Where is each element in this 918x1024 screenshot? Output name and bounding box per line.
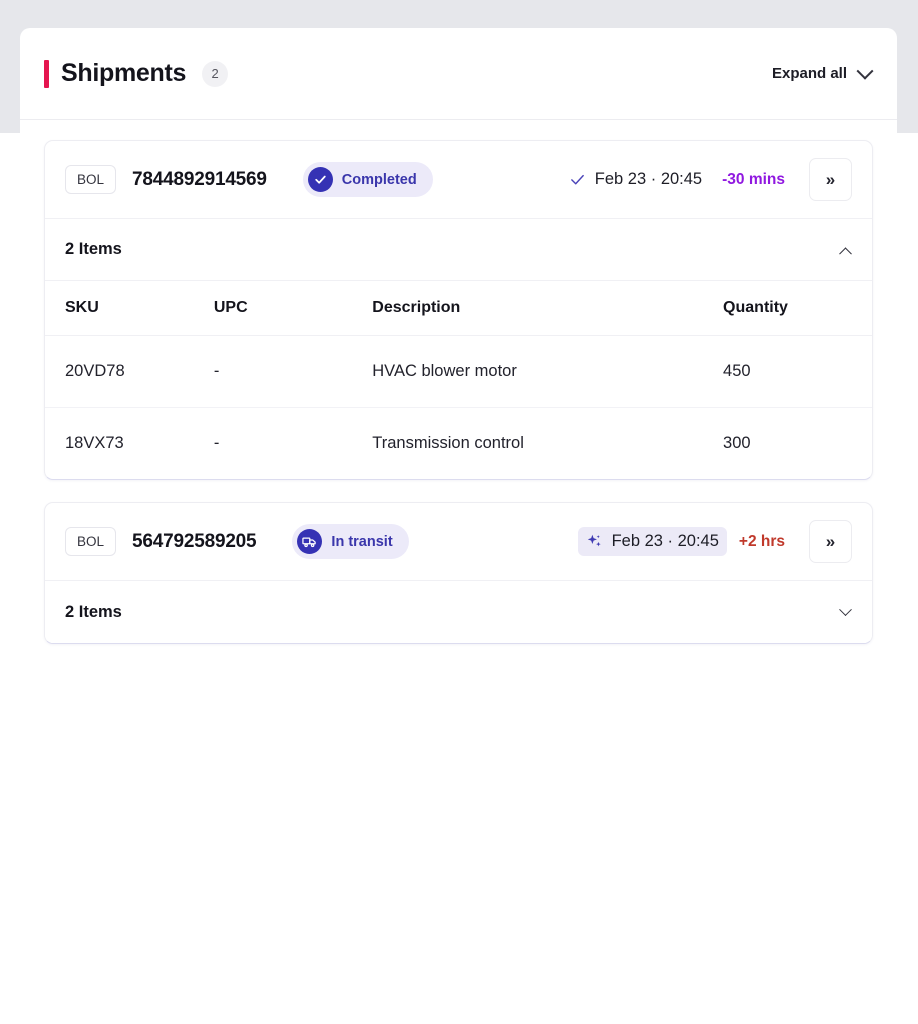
- shipment-card: BOL 564792589205 In transit Feb 23 · 20:…: [44, 502, 873, 644]
- eta-group: Feb 23 · 20:45 +2 hrs »: [577, 520, 852, 563]
- status-badge: Completed: [302, 162, 433, 197]
- open-shipment-button[interactable]: »: [809, 520, 852, 563]
- cell-sku: 18VX73: [65, 434, 124, 452]
- page-title: Shipments: [61, 59, 187, 87]
- accent-bar: [44, 59, 49, 88]
- eta-delta: +2 hrs: [738, 532, 785, 550]
- status-badge: In transit: [292, 524, 409, 559]
- items-table: SKU UPC Description Quantity 20VD78 - HV…: [45, 281, 872, 479]
- shipments-list: BOL 7844892914569 Completed Feb 23 · 20:…: [20, 120, 897, 644]
- truck-icon: [297, 529, 323, 554]
- expand-all-label: Expand all: [771, 65, 847, 82]
- table-row: 20VD78 - HVAC blower motor 450: [45, 335, 872, 408]
- items-count-label: 2 Items: [65, 602, 122, 621]
- shipment-card: BOL 7844892914569 Completed Feb 23 · 20:…: [44, 140, 873, 480]
- chevron-up-icon[interactable]: [839, 247, 852, 261]
- cell-upc: -: [213, 434, 220, 452]
- shipment-header: BOL 7844892914569 Completed Feb 23 · 20:…: [45, 141, 872, 219]
- cell-upc: -: [213, 335, 373, 408]
- expand-all-button[interactable]: Expand all: [770, 61, 874, 86]
- bol-number: 7844892914569: [132, 168, 267, 190]
- cell-quantity: 300: [723, 434, 751, 452]
- items-toggle-row[interactable]: 2 Items: [45, 581, 872, 643]
- items-toggle-row[interactable]: 2 Items: [45, 219, 872, 281]
- cell-description: Transmission control: [372, 434, 524, 452]
- eta-datetime: Feb 23 · 20:45: [594, 170, 703, 188]
- eta-group: Feb 23 · 20:45 -30 mins »: [561, 158, 852, 201]
- eta-delta: -30 mins: [722, 170, 785, 188]
- sparkle-icon: [586, 533, 603, 550]
- title-group: Shipments 2: [44, 59, 229, 88]
- cell-sku: 20VD78: [45, 335, 214, 408]
- column-header-description: Description: [372, 281, 724, 336]
- chevron-down-icon: [856, 62, 874, 80]
- bol-number: 564792589205: [132, 530, 257, 552]
- column-header-quantity: Quantity: [723, 281, 872, 336]
- bol-tag: BOL: [65, 526, 117, 557]
- cell-description: HVAC blower motor: [372, 335, 724, 408]
- eta-chip: Feb 23 · 20:45: [561, 165, 710, 194]
- table-row: 18VX73 - Transmission control 300: [45, 408, 872, 480]
- column-header-upc: UPC: [213, 281, 373, 336]
- column-header-sku: SKU: [45, 281, 214, 336]
- shipments-panel: Shipments 2 Expand all BOL 7844892914569: [20, 28, 897, 1024]
- eta-datetime: Feb 23 · 20:45: [611, 532, 719, 550]
- shipment-header: BOL 564792589205 In transit Feb 23 · 20:…: [45, 503, 872, 581]
- shipments-count-badge: 2: [202, 60, 229, 87]
- cell-quantity: 450: [723, 335, 872, 408]
- check-circle-icon: [307, 167, 333, 192]
- bol-tag: BOL: [65, 164, 117, 195]
- status-label: In transit: [331, 533, 393, 550]
- table-header-row: SKU UPC Description Quantity: [45, 281, 872, 336]
- check-icon: [569, 171, 586, 188]
- open-shipment-button[interactable]: »: [809, 158, 852, 201]
- chevron-down-icon[interactable]: [839, 602, 852, 616]
- panel-header: Shipments 2 Expand all: [20, 28, 897, 120]
- status-label: Completed: [341, 171, 417, 188]
- eta-chip-predicted: Feb 23 · 20:45: [577, 527, 727, 556]
- items-count-label: 2 Items: [65, 240, 122, 258]
